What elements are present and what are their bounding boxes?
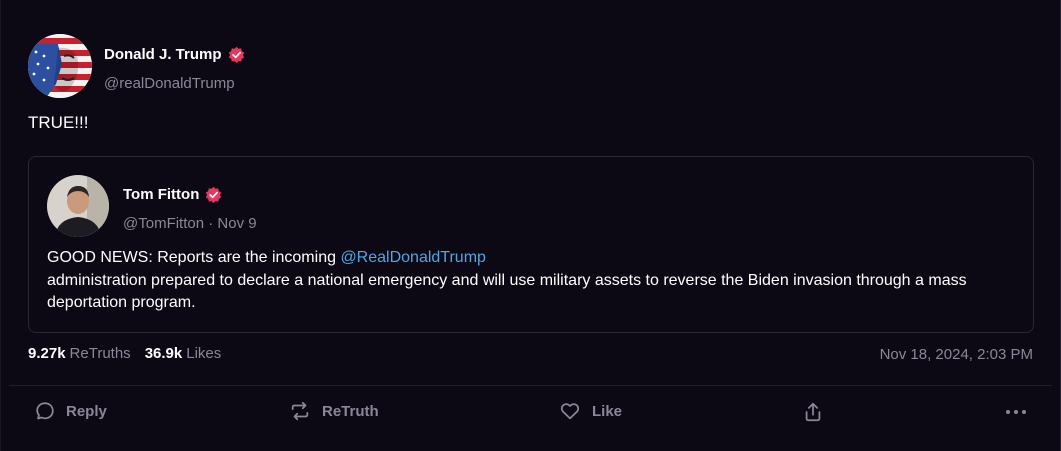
like-icon <box>560 403 580 420</box>
like-label: Like <box>592 402 623 420</box>
more-options-button[interactable] <box>1004 404 1038 420</box>
more-icon <box>1006 410 1026 414</box>
quoted-post-card[interactable]: Tom Fitton @TomFitton · Nov 9 GOOD NEWS:… <box>28 156 1034 333</box>
quote-mention-link[interactable]: @RealDonaldTrump <box>340 249 485 266</box>
verified-badge-icon <box>206 186 222 203</box>
reply-icon <box>36 402 54 420</box>
likes-stat[interactable]: 36.9k Likes <box>145 345 222 362</box>
quote-author-avatar-image <box>47 175 109 237</box>
retruths-stat[interactable]: 9.27k ReTruths <box>28 345 131 362</box>
share-button[interactable] <box>802 400 834 424</box>
quote-author-avatar[interactable] <box>47 175 109 237</box>
verified-badge-icon <box>228 46 244 63</box>
retruths-count: 9.27k <box>28 345 66 362</box>
quote-author-meta[interactable]: @TomFitton · Nov 9 <box>123 215 257 232</box>
quote-author-name[interactable]: Tom Fitton <box>123 186 222 203</box>
author-name[interactable]: Donald J. Trump <box>104 46 245 63</box>
like-button[interactable]: Like <box>558 400 622 422</box>
author-name-text[interactable]: Donald J. Trump <box>104 46 222 63</box>
author-handle[interactable]: @realDonaldTrump <box>104 75 235 92</box>
post-timestamp[interactable]: Nov 18, 2024, 2:03 PM <box>880 346 1033 363</box>
author-avatar-image <box>28 34 92 98</box>
retruths-label: ReTruths <box>69 345 131 362</box>
retruth-button[interactable]: ReTruth <box>288 400 379 422</box>
reply-label: Reply <box>66 402 107 420</box>
quote-text-suffix: administration prepared to declare a nat… <box>47 271 967 312</box>
truth-post-frame: Donald J. Trump @realDonaldTrump TRUE!!! <box>0 0 1061 451</box>
quote-text-prefix: GOOD NEWS: Reports are the incoming <box>47 249 341 266</box>
share-icon <box>805 402 821 422</box>
retruth-label: ReTruth <box>322 402 379 420</box>
divider <box>9 385 1052 386</box>
likes-count: 36.9k <box>144 345 183 362</box>
reply-button[interactable]: Reply <box>34 400 107 422</box>
quote-text: GOOD NEWS: Reports are the incoming @Rea… <box>47 247 1013 315</box>
retruth-icon <box>291 401 309 421</box>
post-stats: 9.27k ReTruths 36.9k Likes <box>28 345 235 362</box>
author-avatar[interactable] <box>28 34 92 98</box>
quote-author-name-text[interactable]: Tom Fitton <box>123 186 199 203</box>
post-text: TRUE!!! <box>28 113 89 132</box>
likes-label: Likes <box>186 345 222 362</box>
